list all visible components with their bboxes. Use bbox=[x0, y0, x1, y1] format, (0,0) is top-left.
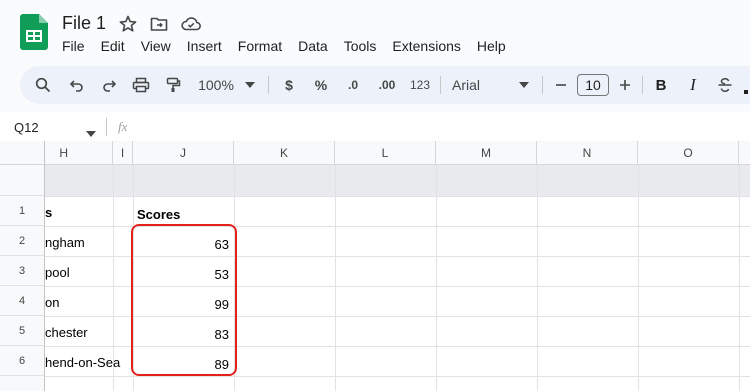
row-header-7[interactable] bbox=[0, 376, 45, 391]
row-header-1[interactable]: 1 bbox=[0, 196, 45, 226]
gridline bbox=[739, 165, 740, 391]
cell-h2[interactable]: ngham bbox=[45, 235, 133, 250]
document-title[interactable]: File 1 bbox=[62, 13, 106, 34]
cell-h1[interactable]: s bbox=[45, 205, 113, 220]
paint-format-icon[interactable] bbox=[162, 66, 184, 104]
formula-input[interactable] bbox=[140, 116, 740, 138]
font-size-value[interactable]: 10 bbox=[577, 74, 609, 96]
gridline bbox=[335, 165, 336, 391]
menu-insert[interactable]: Insert bbox=[187, 38, 222, 54]
name-box[interactable]: Q12 bbox=[14, 120, 39, 135]
move-to-folder-icon[interactable] bbox=[149, 14, 169, 34]
menu-data[interactable]: Data bbox=[298, 38, 328, 54]
column-header-j[interactable]: J bbox=[133, 141, 234, 165]
toolbar-divider bbox=[268, 76, 269, 94]
toolbar-divider bbox=[440, 76, 441, 94]
undo-icon[interactable] bbox=[66, 66, 88, 104]
menu-help[interactable]: Help bbox=[477, 38, 506, 54]
select-all-corner[interactable] bbox=[0, 141, 45, 165]
format-percent-button[interactable]: % bbox=[310, 66, 332, 104]
column-header-i[interactable]: I bbox=[113, 141, 133, 165]
font-select[interactable]: Arial bbox=[452, 66, 512, 104]
cell-h5[interactable]: chester bbox=[45, 325, 133, 340]
column-header-n[interactable]: N bbox=[537, 141, 638, 165]
toolbar-divider bbox=[542, 76, 543, 94]
menu-extensions[interactable]: Extensions bbox=[392, 38, 460, 54]
column-header-h[interactable]: H bbox=[45, 141, 113, 165]
row-header-6[interactable]: 6 bbox=[0, 346, 45, 376]
name-box-dropdown-icon[interactable] bbox=[86, 124, 96, 142]
gridline bbox=[436, 165, 437, 391]
formula-bar: Q12 fx bbox=[0, 112, 750, 143]
menu-view[interactable]: View bbox=[141, 38, 171, 54]
row-header-5[interactable]: 5 bbox=[0, 316, 45, 346]
menu-file[interactable]: File bbox=[62, 38, 85, 54]
cell-h6[interactable]: hend-on-Sea bbox=[45, 355, 133, 370]
font-dropdown-icon[interactable] bbox=[516, 66, 532, 104]
increase-font-size-icon[interactable] bbox=[614, 66, 636, 104]
print-icon[interactable] bbox=[130, 66, 152, 104]
text-color-icon[interactable] bbox=[742, 66, 750, 104]
zoom-select[interactable]: 100% bbox=[194, 66, 238, 104]
menu-edit[interactable]: Edit bbox=[101, 38, 125, 54]
menu-tools[interactable]: Tools bbox=[344, 38, 377, 54]
gridline bbox=[638, 165, 639, 391]
gridline bbox=[537, 165, 538, 391]
column-header-l[interactable]: L bbox=[335, 141, 436, 165]
increase-decimal-button[interactable]: .00 bbox=[372, 66, 402, 104]
column-header-k[interactable]: K bbox=[234, 141, 335, 165]
cell-j1-header[interactable]: Scores bbox=[137, 207, 232, 222]
search-menus-icon[interactable] bbox=[32, 66, 54, 104]
row-header-band[interactable] bbox=[0, 165, 45, 196]
more-formats-button[interactable]: 123 bbox=[406, 66, 434, 104]
italic-button[interactable]: I bbox=[682, 66, 704, 104]
toolbar-divider bbox=[642, 76, 643, 94]
gridline bbox=[45, 196, 750, 197]
scores-highlight-box bbox=[131, 224, 237, 376]
spreadsheet-grid: H I J K L M N O 1 2 3 4 5 6 s ngham pool… bbox=[0, 141, 750, 391]
column-header-m[interactable]: M bbox=[436, 141, 537, 165]
row-header-2[interactable]: 2 bbox=[0, 226, 45, 256]
format-currency-button[interactable]: $ bbox=[278, 66, 300, 104]
strikethrough-icon[interactable] bbox=[714, 66, 736, 104]
column-header-p[interactable] bbox=[739, 141, 750, 165]
toolbar: 100% $ % .0 .00 123 Arial 10 B I bbox=[20, 66, 750, 104]
font-size-input[interactable]: 10 bbox=[576, 66, 610, 104]
menu-format[interactable]: Format bbox=[238, 38, 282, 54]
cloud-saved-icon[interactable] bbox=[180, 14, 201, 34]
menu-bar: File Edit View Insert Format Data Tools … bbox=[62, 38, 522, 54]
bold-button[interactable]: B bbox=[650, 66, 672, 104]
redo-icon[interactable] bbox=[98, 66, 120, 104]
column-header-o[interactable]: O bbox=[638, 141, 739, 165]
cell-h4[interactable]: on bbox=[45, 295, 133, 310]
header-band-row bbox=[45, 165, 750, 196]
formula-divider bbox=[106, 118, 107, 136]
fx-icon: fx bbox=[118, 119, 128, 134]
gridline bbox=[45, 376, 750, 377]
zoom-dropdown-icon[interactable] bbox=[242, 66, 258, 104]
star-icon[interactable] bbox=[118, 14, 138, 34]
sheets-logo-icon[interactable] bbox=[20, 14, 48, 50]
decrease-font-size-icon[interactable] bbox=[550, 66, 572, 104]
decrease-decimal-button[interactable]: .0 bbox=[340, 66, 366, 104]
row-header-3[interactable]: 3 bbox=[0, 256, 45, 286]
cell-h3[interactable]: pool bbox=[45, 265, 133, 280]
row-header-4[interactable]: 4 bbox=[0, 286, 45, 316]
title-bar: File 1 File Edit View Insert Format Data… bbox=[0, 0, 750, 64]
